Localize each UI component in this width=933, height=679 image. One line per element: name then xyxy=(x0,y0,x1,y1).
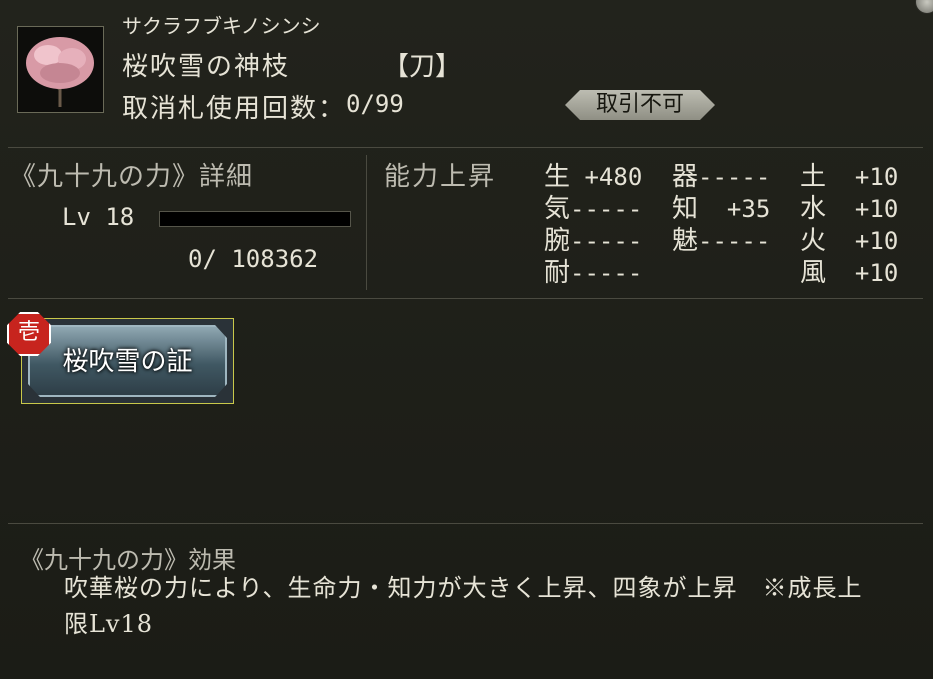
level-label: Lv 18 xyxy=(62,203,135,231)
skill-card[interactable]: 桜吹雪の証 xyxy=(21,318,234,404)
untradeable-badge: 取引不可 xyxy=(565,90,715,120)
item-kana-reading: サクラフブキノシンシ xyxy=(122,14,321,38)
experience-text: 0/ 108362 xyxy=(188,245,319,273)
item-type: 【刀】 xyxy=(383,52,462,82)
effect-description: 吹華桜の力により、生命力・知力が大きく上昇、四象が上昇 ※成長上限Lv18 xyxy=(64,574,863,638)
rank-badge: 壱 xyxy=(7,312,51,356)
item-info-panel: サクラフブキノシンシ 桜吹雪の神枝 【刀】 取消札使用回数： 0/99 取引不可… xyxy=(0,0,933,679)
stat-endurance: 耐----- xyxy=(544,258,643,288)
divider xyxy=(8,298,923,299)
detail-title: 《九十九の力》詳細 xyxy=(10,162,254,192)
skill-card-label: 桜吹雪の証 xyxy=(62,347,193,377)
divider xyxy=(8,147,923,148)
divider xyxy=(366,155,367,290)
divider xyxy=(8,523,923,524)
item-name: 桜吹雪の神枝 xyxy=(122,52,291,82)
close-icon[interactable] xyxy=(915,0,933,14)
ability-title: 能力上昇 xyxy=(384,162,497,192)
usage-count-value: 0/99 xyxy=(346,90,404,118)
usage-count-label: 取消札使用回数： xyxy=(122,94,347,124)
experience-bar xyxy=(159,211,351,227)
stat-wind: 風 +10 xyxy=(800,258,899,288)
stat-charm: 魅----- xyxy=(672,226,771,256)
item-thumbnail xyxy=(17,26,104,113)
